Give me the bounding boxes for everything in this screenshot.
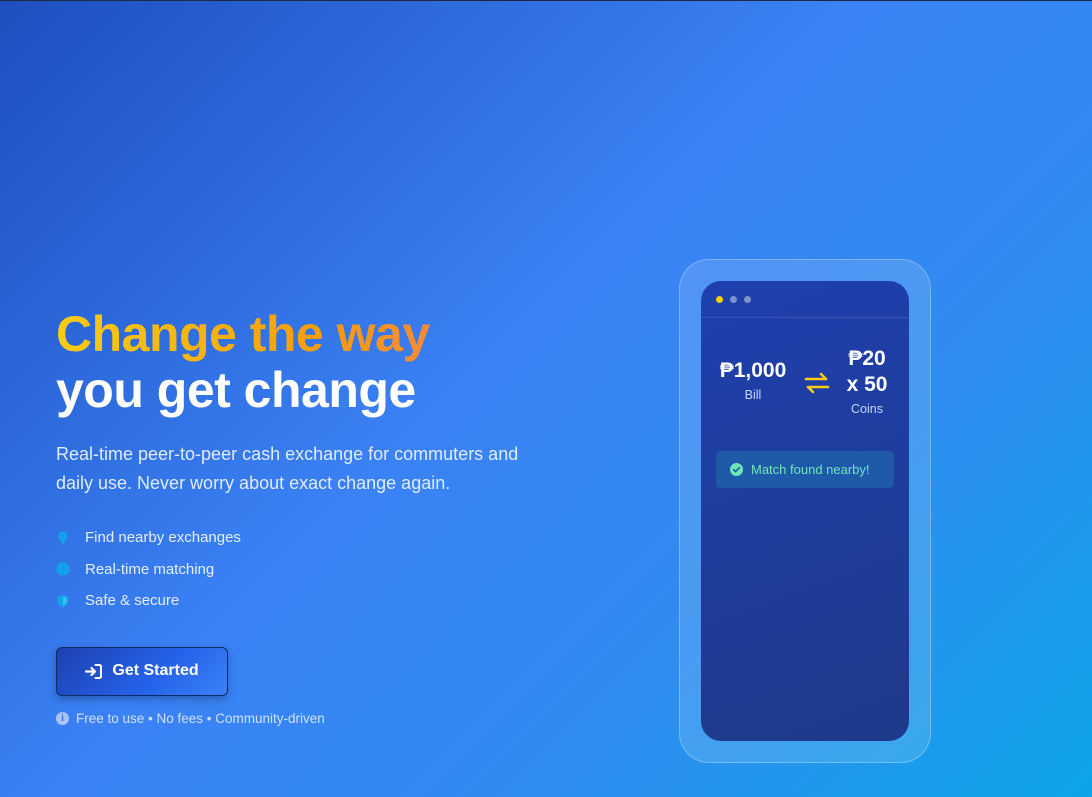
coins-amount-denomination: ₱20 [848,347,886,370]
hero-headline: Change the way you get change [56,306,576,418]
get-started-button[interactable]: Get Started [56,646,228,696]
phone-mockup-frame: ₱1,000 Bill ₱20 x 50 Coins Match found n… [679,259,931,763]
status-dot-active [716,295,723,303]
sign-in-icon [85,663,103,679]
feature-item: Real-time matching [56,554,576,586]
feature-list: Find nearby exchanges Real-time matching… [56,522,576,617]
feature-label: Real-time matching [85,560,215,578]
feature-label: Safe & secure [85,592,180,610]
phone-screen: ₱1,000 Bill ₱20 x 50 Coins Match found n… [701,281,909,741]
phone-status-bar [701,281,909,318]
exchange-preview: ₱1,000 Bill ₱20 x 50 Coins [701,346,909,428]
info-icon: i [56,711,69,725]
feature-item: Safe & secure [56,585,576,617]
shield-icon [57,594,69,607]
bill-label: Bill [744,388,762,402]
coins-block: ₱20 x 50 Coins [835,346,899,416]
feature-label: Find nearby exchanges [85,529,241,547]
feature-item: Find nearby exchanges [56,522,576,554]
status-dot [744,295,751,303]
check-circle-icon [730,463,743,476]
map-pin-icon [58,531,68,545]
pricing-note-text: Free to use • No fees • Community-driven [76,710,325,726]
pricing-note: i Free to use • No fees • Community-driv… [56,711,576,726]
hero-subtitle: Real-time peer-to-peer cash exchange for… [56,444,519,493]
match-status-text: Match found nearby! [751,462,870,477]
headline-line-1: Change the way [56,306,576,362]
status-dot [730,295,737,303]
hero-section: Change the way you get change Real-time … [56,306,576,726]
headline-line-2: you get change [56,362,416,418]
get-started-label: Get Started [112,662,199,679]
coins-amount-count: x 50 [846,373,888,396]
clock-icon [56,562,70,576]
bill-block: ₱1,000 Bill [715,358,791,402]
swap-arrows-icon [804,372,830,394]
coins-label: Coins [851,402,883,416]
top-border [0,0,1092,1]
bill-amount: ₱1,000 [719,359,787,382]
match-status-badge: Match found nearby! [716,451,894,488]
